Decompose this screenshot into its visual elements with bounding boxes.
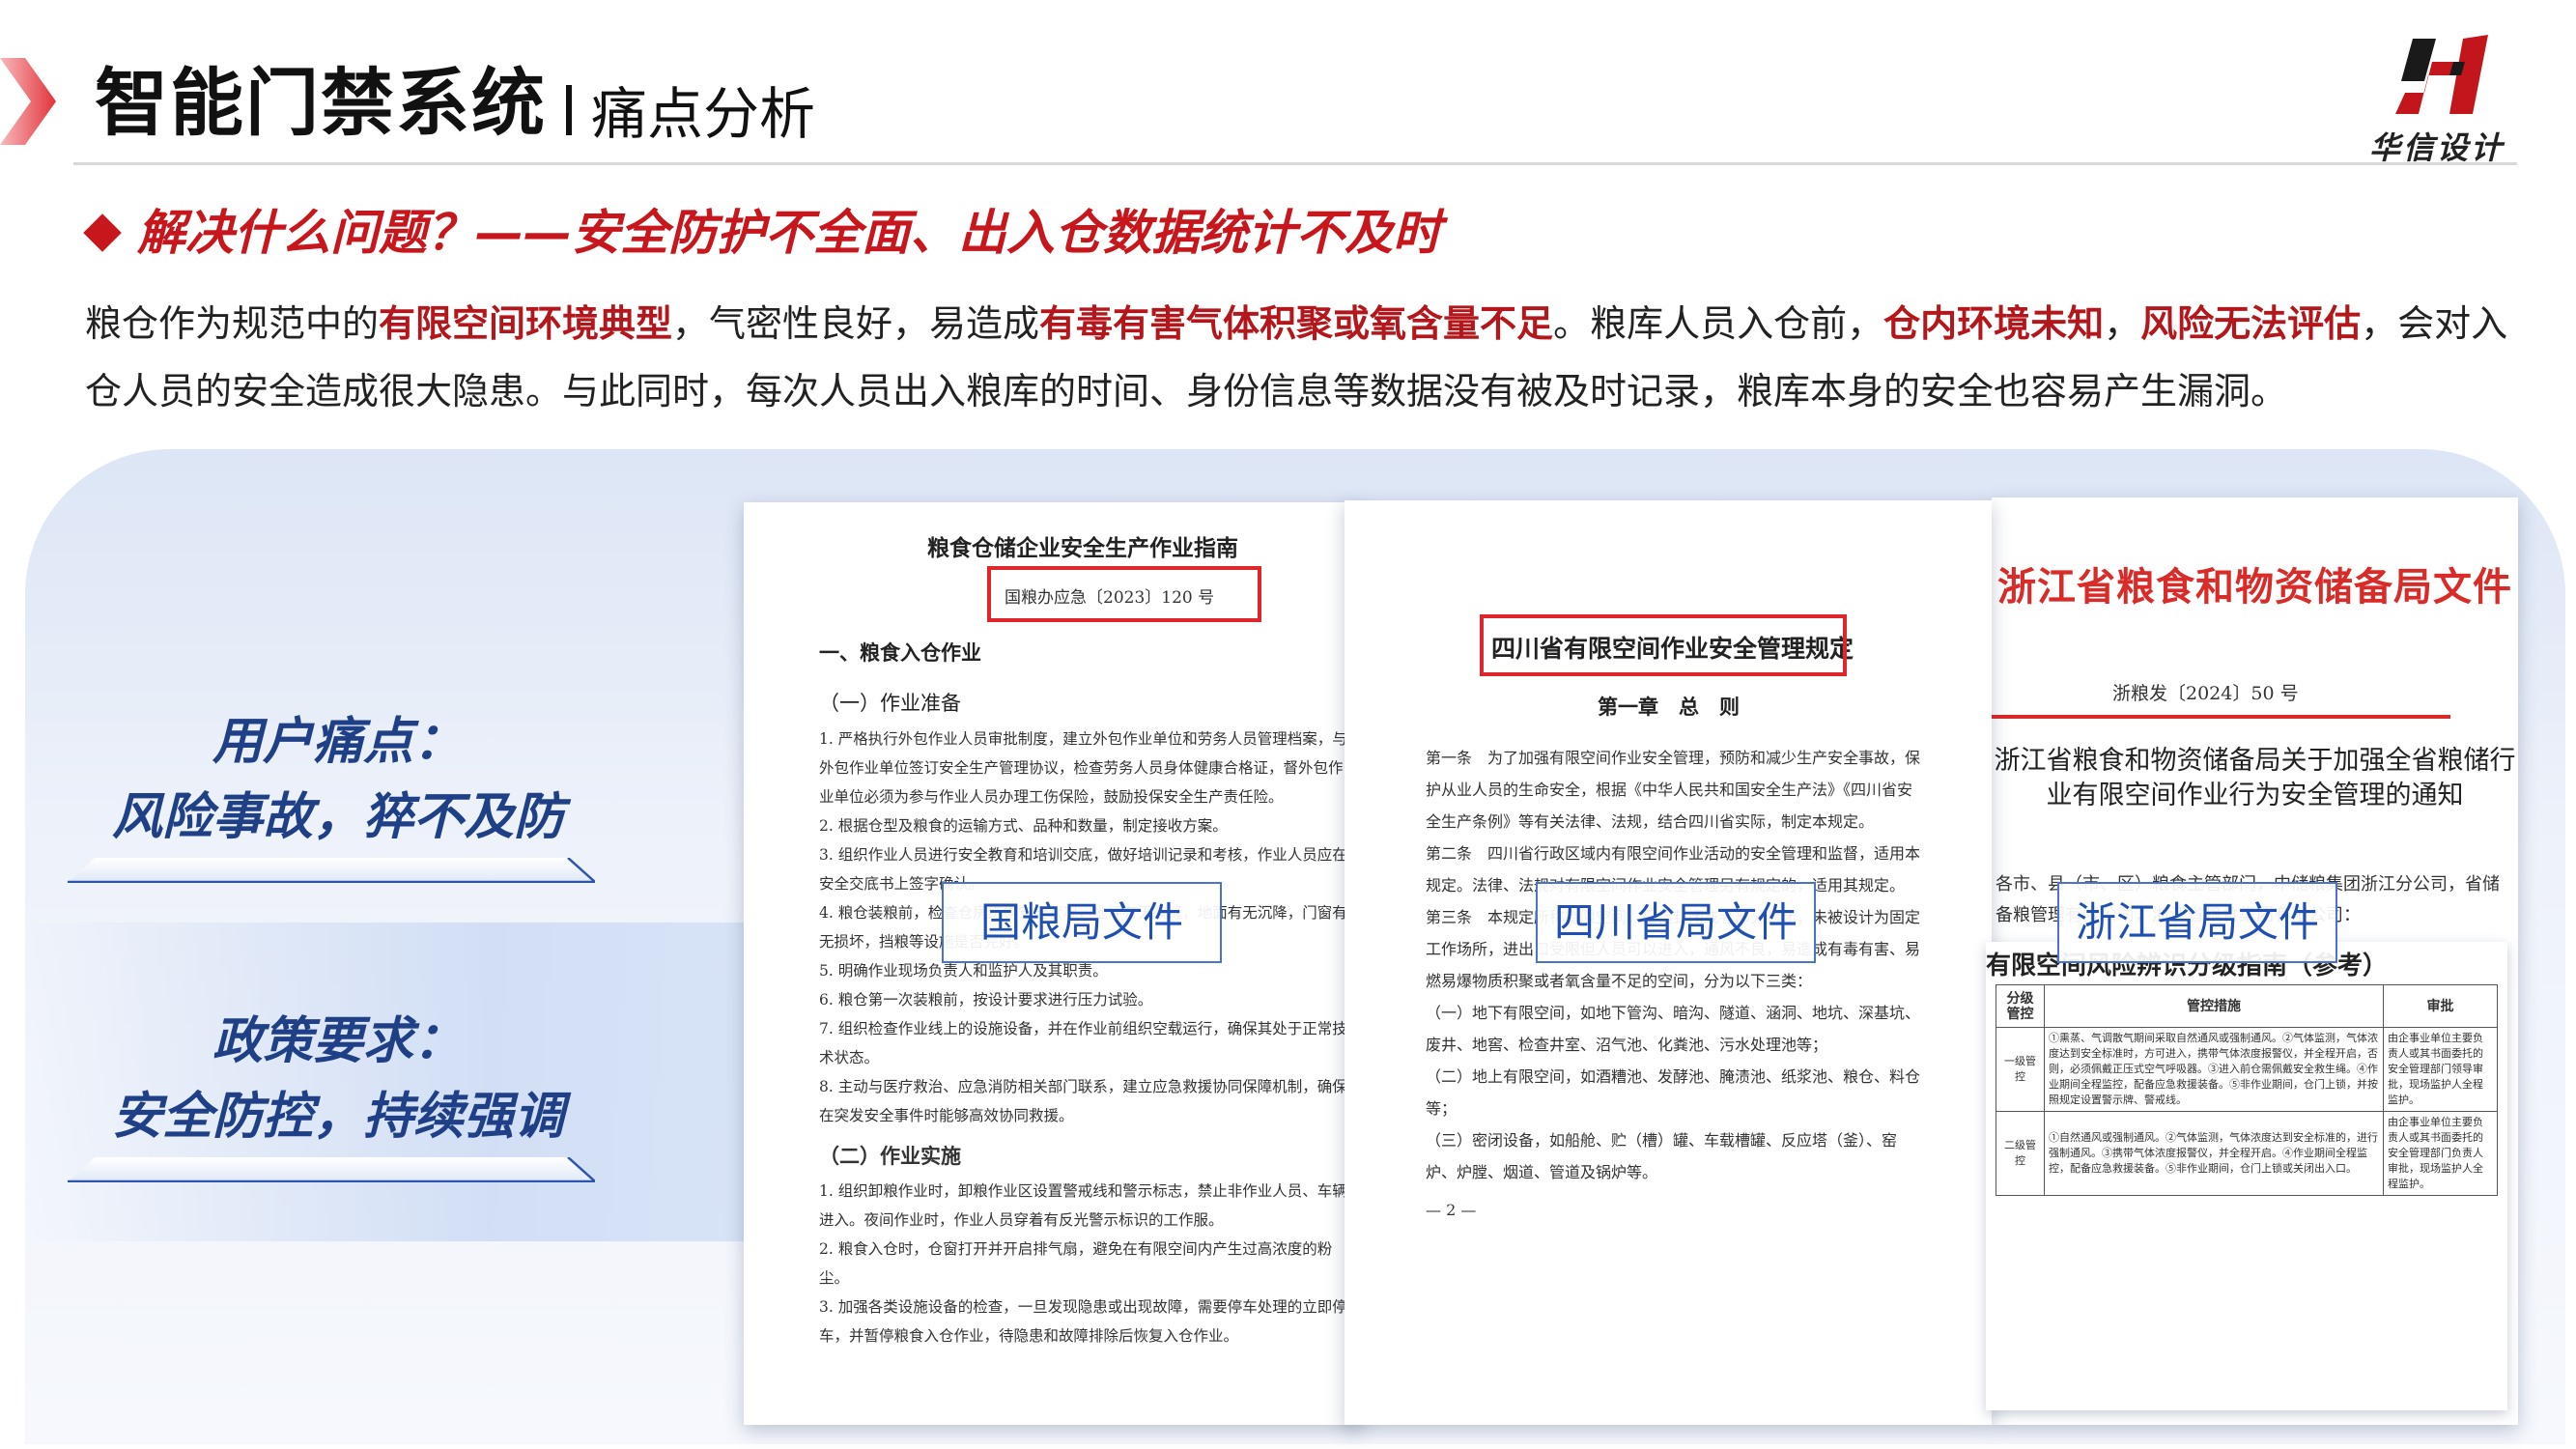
pain-label: 政策要求： <box>212 1012 464 1070</box>
intro-highlight: 风险无法评估 <box>2140 302 2362 345</box>
doc-red-rule <box>1992 715 2450 719</box>
caption-guoliang: 国粮局文件 <box>942 882 1222 963</box>
table-header-cell: 分级管控 <box>1996 984 2045 1028</box>
table-header-cell: 管控措施 <box>2044 984 2384 1028</box>
pain-value: 风险事故，猝不及防 <box>111 788 564 846</box>
user-pain-block: 用户痛点： 风险事故，猝不及防 <box>68 705 609 856</box>
table-cell: 由企事业单位主要负责人或其书面委托的安全管理部门负责人审批，现场监护人全程监护。 <box>2383 1111 2498 1196</box>
table-cell: ①自然通风或强制通风。②气体监测，气体浓度达到安全标准的，进行强制通风。③携带气… <box>2044 1111 2384 1196</box>
pain-base-icon <box>68 858 595 883</box>
doc-page-number: — 2 — <box>1426 1201 1477 1219</box>
doc-para: 第一条 为了加强有限空间作业安全管理，预防和减少生产安全事故，保护从业人员的生命… <box>1426 749 1921 831</box>
table-row: 二级管控 ①自然通风或强制通风。②气体监测，气体浓度达到安全标准的，进行强制通风… <box>1996 1111 2498 1196</box>
pain-value: 安全防控，持续强调 <box>111 1088 564 1146</box>
pain-base-icon <box>68 1157 595 1182</box>
doc-body: 第一条 为了加强有限空间作业安全管理，预防和减少生产安全事故，保护从业人员的生命… <box>1426 742 1924 1226</box>
table-header-cell: 审批 <box>2383 984 2498 1028</box>
intro-highlight: 仓内环境未知 <box>1883 302 2105 345</box>
doc-para: （一）地下有限空间，如地下管沟、暗沟、隧道、涵洞、地坑、深基坑、废井、地窖、检查… <box>1426 1004 1921 1054</box>
table-cell: 一级管控 <box>1996 1027 2045 1112</box>
doc-title: 粮食仓储企业安全生产作业指南 <box>927 535 1238 561</box>
intro-highlight: 有限空间环境典型 <box>379 302 673 345</box>
title-chevron-icon <box>0 58 56 145</box>
risk-grading-table: 分级管控 管控措施 审批 一级管控 ①熏蒸、气调散气期间采取自然通风或强制通风。… <box>1996 984 2498 1196</box>
table-cell: ①熏蒸、气调散气期间采取自然通风或强制通风。②气体监测，气体浓度达到安全标准时，… <box>2044 1027 2384 1112</box>
page-subtitle: 痛点分析 <box>591 81 816 147</box>
table-cell: 二级管控 <box>1996 1111 2045 1196</box>
page-title: 智能门禁系统 <box>95 60 547 146</box>
doc-letterhead: 浙江省粮食和物资储备局文件 <box>1997 564 2512 610</box>
question-heading: 解决什么问题？——安全防护不全面、出入仓数据统计不及时 <box>137 205 1441 261</box>
doc-para: 7. 组织检查作业线上的设施设备，并在作业前组织空载运行，确保其处于正常技术状态… <box>819 1020 1347 1066</box>
table-header-row: 分级管控 管控措施 审批 <box>1996 984 2498 1028</box>
doc-para: 8. 主动与医疗救治、应急消防相关部门联系，建立应急救援协同保障机制，确保在突发… <box>819 1078 1347 1124</box>
zhejiang-risk-table: 有限空间风险辨识分级指南（参考） 分级管控 管控措施 审批 一级管控 ①熏蒸、气… <box>1986 942 2507 1410</box>
intro-seg: 粮仓作为规范中的 <box>85 302 380 345</box>
logo-text: 华信设计 <box>2369 129 2505 166</box>
intro-seg: ， <box>2104 302 2141 345</box>
intro-seg: ，气密性良好，易造成 <box>672 302 1040 345</box>
table-cell: 由企事业单位主要负责人或其书面委托的安全管理部门领导审批，现场监护人全程监护。 <box>2383 1027 2498 1112</box>
doc-body: 1. 严格执行外包作业人员审批制度，建立外包作业单位和劳务人员管理档案，与外包作… <box>819 724 1352 1350</box>
policy-requirement-block: 政策要求： 安全防控，持续强调 <box>68 1005 609 1155</box>
doc-para: 3. 加强各类设施设备的检查，一旦发现隐患或出现故障，需要停车处理的立即停车，并… <box>819 1298 1347 1345</box>
table-row: 一级管控 ①熏蒸、气调散气期间采取自然通风或强制通风。②气体监测，气体浓度达到安… <box>1996 1027 2498 1112</box>
doc-number: 浙粮发〔2024〕50 号 <box>2112 683 2299 704</box>
doc-subsection: （二）作业实施 <box>819 1144 961 1168</box>
doc-number-highlight <box>987 566 1261 622</box>
doc-notice-title: 浙江省粮食和物资储备局关于加强全省粮储行业有限空间作业行为安全管理的通知 <box>1994 746 2516 810</box>
doc-para: 6. 粮仓第一次装粮前，按设计要求进行压力试验。 <box>819 991 1153 1009</box>
doc-para: 2. 根据仓型及粮食的运输方式、品种和数量，制定接收方案。 <box>819 817 1228 835</box>
doc-section: 一、粮食入仓作业 <box>819 640 981 665</box>
doc-para: 1. 严格执行外包作业人员审批制度，建立外包作业单位和劳务人员管理档案，与外包作… <box>819 730 1347 806</box>
doc-para: （二）地上有限空间，如酒糟池、发酵池、腌渍池、纸浆池、粮仓、料仓等； <box>1426 1067 1921 1118</box>
doc-para: （三）密闭设备，如船舱、贮（槽）罐、车载槽罐、反应塔（釜）、窑炉、炉膛、烟道、管… <box>1426 1131 1898 1181</box>
pain-label: 用户痛点： <box>212 713 464 771</box>
intro-highlight: 有毒有害气体积聚或氧含量不足 <box>1039 302 1554 345</box>
caption-sichuan: 四川省局文件 <box>1536 882 1816 963</box>
doc-subsection: （一）作业准备 <box>819 692 961 715</box>
document-guoliang: 粮食仓储企业安全生产作业指南 国粮办应急〔2023〕120 号 一、粮食入仓作业… <box>744 502 1362 1425</box>
doc-para: 2. 粮食入仓时，仓窗打开并开启排气扇，避免在有限空间内产生过高浓度的粉尘。 <box>819 1240 1333 1287</box>
title-separator <box>566 85 572 135</box>
doc-chapter: 第一章 总 则 <box>1598 695 1740 719</box>
header-divider <box>73 162 2517 165</box>
doc-title-highlight <box>1480 614 1847 676</box>
intro-paragraph: 粮仓作为规范中的有限空间环境典型，气密性良好，易造成有毒有害气体积聚或氧含量不足… <box>85 290 2519 425</box>
huaxin-logo-icon <box>2395 35 2488 114</box>
question-bullet-icon <box>83 213 122 252</box>
doc-para: 1. 组织卸粮作业时，卸粮作业区设置警戒线和警示标志，禁止非作业人员、车辆进入。… <box>819 1182 1347 1229</box>
caption-zhejiang: 浙江省局文件 <box>2057 882 2337 963</box>
intro-seg: 。粮库人员入仓前， <box>1553 302 1884 345</box>
